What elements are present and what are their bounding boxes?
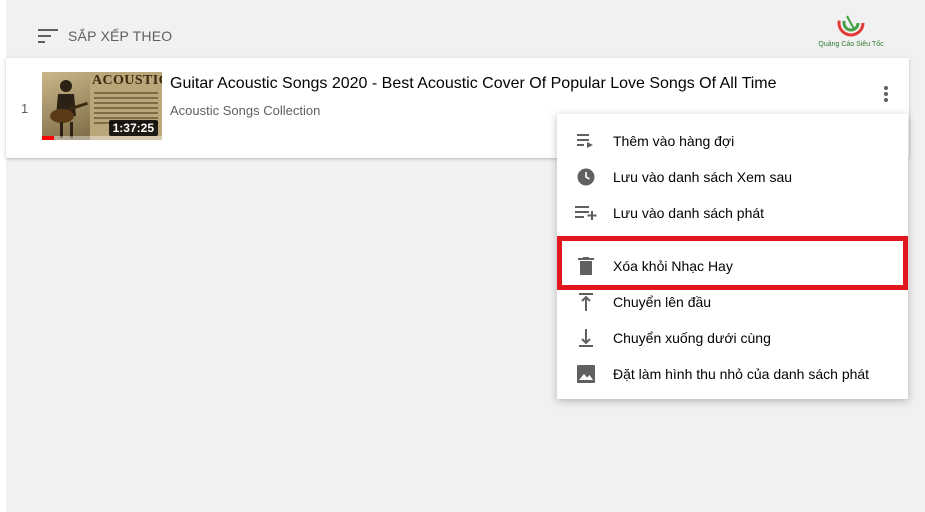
menu-item-label: Lưu vào danh sách phát (613, 205, 765, 221)
sort-label: SẮP XẾP THEO (68, 28, 173, 44)
menu-item-label: Chuyển xuống dưới cùng (613, 330, 771, 346)
menu-item-move-to-top[interactable]: Chuyển lên đầu (557, 284, 908, 320)
sort-by-button[interactable]: SẮP XẾP THEO (38, 22, 172, 50)
watch-progress-bar (42, 136, 162, 140)
video-duration: 1:37:25 (108, 120, 158, 136)
menu-item-label: Chuyển lên đầu (613, 294, 712, 310)
trash-icon (575, 255, 597, 277)
video-actions-menu: Thêm vào hàng đợi Lưu vào danh sách Xem … (557, 114, 908, 399)
menu-divider (557, 239, 908, 240)
menu-item-set-as-thumbnail[interactable]: Đặt làm hình thu nhỏ của danh sách phát (557, 356, 908, 392)
more-vert-icon (884, 86, 888, 90)
image-icon (575, 363, 597, 385)
logo-mark-icon (837, 9, 865, 37)
menu-item-label: Lưu vào danh sách Xem sau (613, 169, 793, 185)
video-thumbnail[interactable]: ACOUSTIC 1:37:25 (42, 72, 162, 140)
sort-icon (38, 29, 58, 43)
menu-item-remove-from-playlist[interactable]: Xóa khỏi Nhạc Hay (557, 248, 908, 284)
thumbnail-guitarist-image (42, 72, 90, 140)
video-title[interactable]: Guitar Acoustic Songs 2020 - Best Acoust… (170, 75, 777, 93)
menu-item-add-to-queue[interactable]: Thêm vào hàng đợi (557, 123, 908, 159)
thumbnail-title: ACOUSTIC (92, 73, 162, 88)
menu-item-label: Đặt làm hình thu nhỏ của danh sách phát (613, 366, 870, 382)
channel-name[interactable]: Acoustic Songs Collection (170, 103, 320, 118)
menu-item-label: Thêm vào hàng đợi (613, 133, 735, 149)
playlist-add-icon (575, 202, 597, 224)
menu-item-label: Xóa khỏi Nhạc Hay (613, 258, 733, 274)
brand-logo: Quảng Cáo Siêu Tốc (816, 6, 886, 56)
clock-icon (575, 166, 597, 188)
video-index: 1 (21, 101, 29, 116)
menu-item-watch-later[interactable]: Lưu vào danh sách Xem sau (557, 159, 908, 195)
menu-item-move-to-bottom[interactable]: Chuyển xuống dưới cùng (557, 320, 908, 356)
menu-item-save-to-playlist[interactable]: Lưu vào danh sách phát (557, 195, 908, 231)
move-to-top-icon (575, 291, 597, 313)
logo-text: Quảng Cáo Siêu Tốc (818, 41, 884, 48)
add-to-queue-icon (575, 130, 597, 152)
move-to-bottom-icon (575, 327, 597, 349)
more-actions-button[interactable] (878, 84, 894, 104)
watch-progress-fill (42, 136, 54, 140)
